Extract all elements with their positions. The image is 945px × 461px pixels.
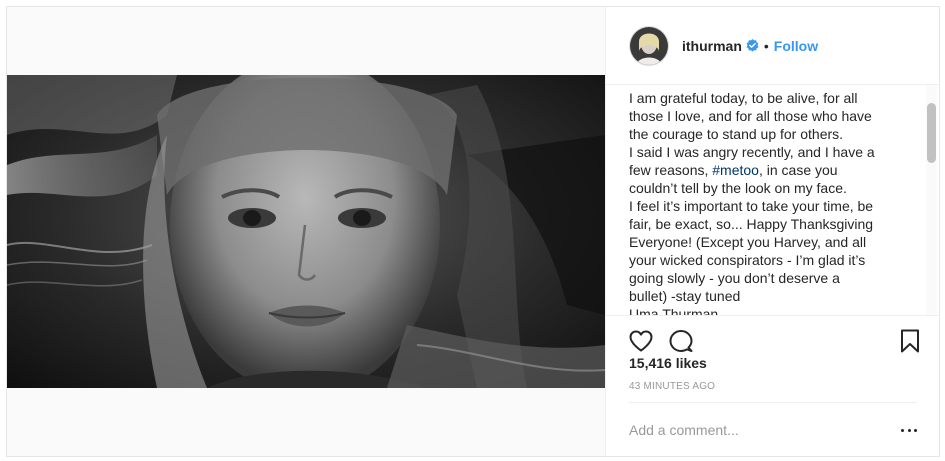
- caption-line: Uma Thurman: [629, 306, 719, 315]
- caption-line: I said I was angry recently, and I have …: [629, 144, 875, 160]
- post-photo[interactable]: [7, 75, 605, 388]
- caption-line: I feel it’s important to take your time,…: [629, 198, 874, 214]
- caption-line: fair, be exact, so... Happy Thanksgiving: [629, 216, 874, 232]
- comment-input[interactable]: [629, 420, 869, 440]
- more-options-icon[interactable]: [901, 423, 917, 437]
- caption-line: few reasons, #metoo, in case you: [629, 161, 917, 179]
- caption-line: bullet) -stay tuned: [629, 288, 741, 304]
- hashtag-link[interactable]: #metoo: [712, 162, 759, 178]
- follow-button[interactable]: Follow: [774, 38, 818, 54]
- post-media-area: [7, 7, 605, 456]
- portrait-photo-image: [7, 75, 605, 388]
- post-timestamp[interactable]: 43 MINUTES AGO: [629, 381, 715, 392]
- caption-line: couldn’t tell by the look on my face.: [629, 180, 847, 196]
- caption-line: your wicked conspirators - I’m glad it’s: [629, 252, 866, 268]
- header-separator: •: [763, 37, 769, 54]
- author-avatar[interactable]: [629, 25, 669, 66]
- comment-bar: [629, 402, 917, 456]
- post-header: ithurman • Follow: [606, 7, 940, 85]
- caption-line: Everyone! (Except you Harvey, and all: [629, 234, 867, 250]
- instagram-post: ithurman • Follow I am grateful today, t…: [6, 6, 940, 457]
- caption-text: , in case you: [758, 162, 838, 178]
- caption-line: going slowly - you don’t deserve a: [629, 270, 840, 286]
- caption-line: the courage to stand up for others.: [629, 126, 844, 142]
- caption-text: few reasons,: [629, 162, 713, 178]
- more-dot: [914, 428, 917, 432]
- caption-line: those I love, and for all those who have: [629, 108, 872, 124]
- comment-icon[interactable]: [668, 328, 694, 354]
- bookmark-icon[interactable]: [897, 328, 923, 354]
- post-sidebar: ithurman • Follow I am grateful today, t…: [605, 7, 940, 456]
- author-username[interactable]: ithurman: [682, 38, 742, 54]
- more-dot: [907, 428, 911, 432]
- verified-badge-icon: [746, 39, 759, 52]
- caption-scrollbar-thumb[interactable]: [927, 103, 936, 163]
- caption-area: I am grateful today, to be alive, for al…: [629, 85, 917, 315]
- more-dot: [901, 428, 904, 432]
- caption-line: I am grateful today, to be alive, for al…: [629, 90, 858, 106]
- likes-count[interactable]: 15,416 likes: [629, 355, 707, 371]
- heart-icon[interactable]: [628, 328, 654, 354]
